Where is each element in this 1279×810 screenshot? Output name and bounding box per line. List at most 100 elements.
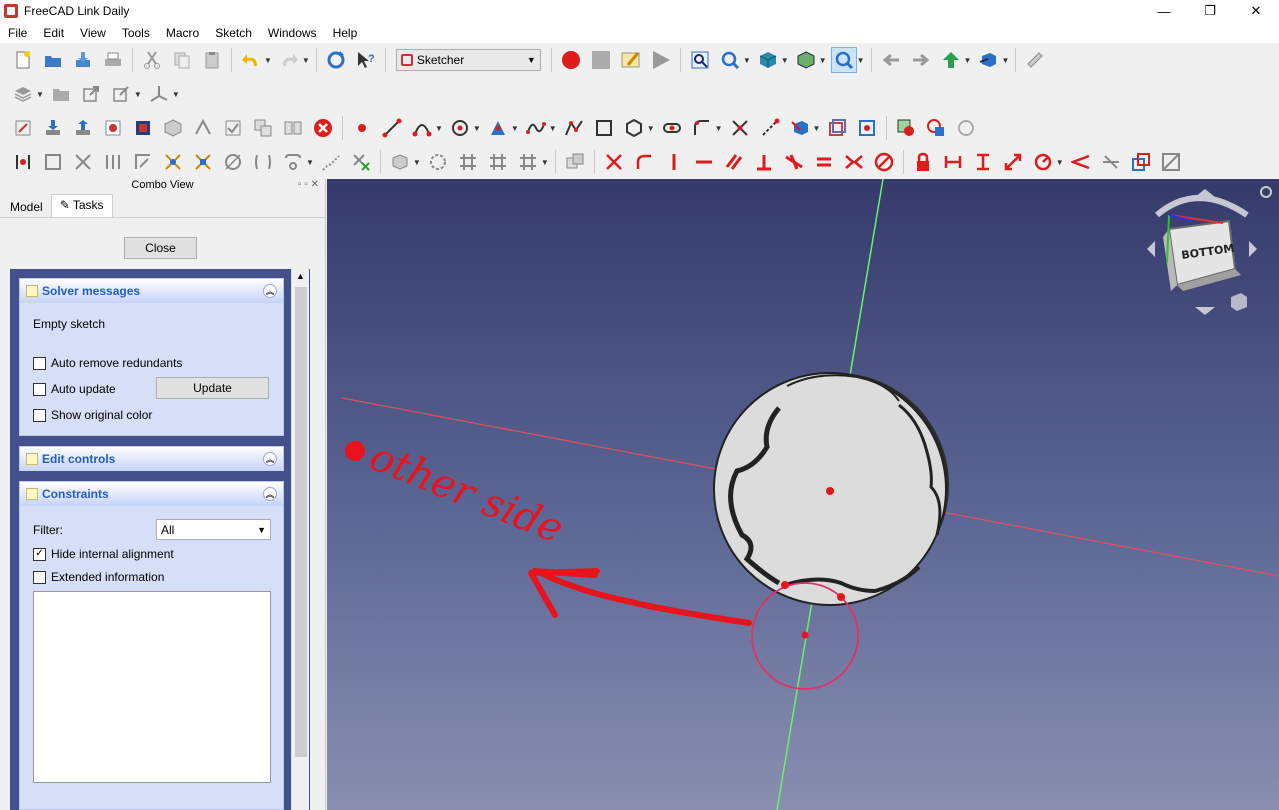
- conic-dropdown-icon[interactable]: ▼: [511, 124, 519, 133]
- auto-remove-checkbox[interactable]: [33, 356, 46, 370]
- arc-dropdown-icon[interactable]: ▼: [435, 124, 443, 133]
- link-dropdown-icon[interactable]: ▼: [134, 90, 142, 99]
- external-dropdown-icon[interactable]: ▼: [813, 124, 821, 133]
- auto-update-checkbox[interactable]: [33, 382, 46, 396]
- bspline-icon[interactable]: [523, 115, 549, 141]
- bspline-comb-icon[interactable]: [425, 149, 451, 175]
- print-icon[interactable]: [100, 47, 126, 73]
- slot-icon[interactable]: [659, 115, 685, 141]
- view-sketch-icon[interactable]: [100, 115, 126, 141]
- menu-macro[interactable]: Macro: [158, 26, 207, 40]
- axis-dropdown-icon[interactable]: ▼: [172, 90, 180, 99]
- rectangle-icon[interactable]: [591, 115, 617, 141]
- leave-sketch-icon[interactable]: [70, 115, 96, 141]
- menu-tools[interactable]: Tools: [114, 26, 158, 40]
- part-dropdown-icon[interactable]: ▼: [36, 90, 44, 99]
- new-file-icon[interactable]: [10, 47, 36, 73]
- constrain-point-on-object-icon[interactable]: [631, 149, 657, 175]
- bounding-box-zoom-icon[interactable]: [830, 47, 857, 73]
- up-arrow-icon[interactable]: [938, 47, 964, 73]
- tab-model[interactable]: Model: [2, 197, 51, 217]
- circle-end-point-2[interactable]: [837, 593, 845, 601]
- grid-icon-2[interactable]: [485, 149, 511, 175]
- constrain-horizontal-distance-icon[interactable]: [940, 149, 966, 175]
- constrain-radius-icon[interactable]: [1030, 149, 1056, 175]
- rotate-left-icon[interactable]: [1147, 241, 1155, 257]
- menu-file[interactable]: File: [0, 26, 35, 40]
- constrain-equal-icon[interactable]: [811, 149, 837, 175]
- draw-style-dropdown-icon[interactable]: ▼: [819, 56, 827, 65]
- restore-icon[interactable]: [953, 115, 979, 141]
- constrain-snell-icon[interactable]: [1098, 149, 1124, 175]
- view-section-icon[interactable]: [130, 115, 156, 141]
- select-conflicting-constraints-icon[interactable]: [190, 149, 216, 175]
- extended-information-checkbox[interactable]: [33, 570, 46, 584]
- auto-remove-redundants-row[interactable]: Auto remove redundants: [33, 356, 182, 370]
- constrain-block-icon[interactable]: [871, 149, 897, 175]
- show-original-color-row[interactable]: Show original color: [33, 408, 152, 422]
- tab-tasks[interactable]: ✎ Tasks: [50, 194, 113, 217]
- measure-icon[interactable]: [1022, 47, 1048, 73]
- filter-select[interactable]: All ▼: [156, 519, 271, 540]
- undo-icon[interactable]: [238, 47, 264, 73]
- link-make-icon[interactable]: [78, 81, 104, 107]
- collapse-icon[interactable]: ︽: [263, 284, 277, 298]
- constrain-lock-icon[interactable]: [910, 149, 936, 175]
- constrain-angle-icon[interactable]: [1068, 149, 1094, 175]
- workbench-selector[interactable]: Sketcher ▼: [395, 49, 541, 71]
- sketch-canvas[interactable]: other side BOTTOM: [327, 179, 1279, 810]
- solver-messages-header[interactable]: Solver messages ︽: [20, 279, 283, 303]
- dock-controls[interactable]: ▫ ▫ ✕: [298, 179, 319, 190]
- back-arrow-icon[interactable]: [878, 47, 904, 73]
- constraints-header[interactable]: Constraints ︽: [20, 482, 283, 506]
- auto-update-row[interactable]: Auto update: [33, 382, 116, 396]
- bspline-polygon-icon[interactable]: [387, 149, 413, 175]
- toggle-active-icon[interactable]: [1158, 149, 1184, 175]
- delete-constraints-icon[interactable]: [348, 149, 374, 175]
- select-constraints-icon[interactable]: [100, 149, 126, 175]
- collapse-icon[interactable]: ︽: [263, 487, 277, 501]
- task-scrollbar[interactable]: ▲: [291, 269, 309, 810]
- symmetry-tool-icon[interactable]: [250, 149, 276, 175]
- arc-icon[interactable]: [409, 115, 435, 141]
- conic-icon[interactable]: [485, 115, 511, 141]
- validate-sketch-icon[interactable]: [220, 115, 246, 141]
- select-conflicting-icon[interactable]: [893, 115, 919, 141]
- 3d-viewport[interactable]: other side BOTTOM: [327, 179, 1279, 810]
- select-partially-redundant-icon[interactable]: [130, 149, 156, 175]
- select-redundant-icon[interactable]: [923, 115, 949, 141]
- circle-center-point[interactable]: [801, 631, 809, 639]
- refresh-icon[interactable]: [323, 47, 349, 73]
- select-malformed-icon[interactable]: [160, 149, 186, 175]
- close-window-button[interactable]: ✕: [1233, 0, 1279, 22]
- view-isometric-icon[interactable]: [755, 47, 781, 73]
- hide-internal-alignment-row[interactable]: ✓ Hide internal alignment: [33, 547, 174, 561]
- bspline-polygon-dropdown-icon[interactable]: ▼: [413, 158, 421, 167]
- up-dropdown-icon[interactable]: ▼: [964, 56, 972, 65]
- menu-windows[interactable]: Windows: [260, 26, 325, 40]
- std-view-dropdown-icon[interactable]: ▼: [1001, 56, 1009, 65]
- nav-menu-icon[interactable]: [1260, 186, 1272, 198]
- toggle-driving-icon[interactable]: [1128, 149, 1154, 175]
- forward-arrow-icon[interactable]: [908, 47, 934, 73]
- show-hide-geometry-icon[interactable]: [220, 149, 246, 175]
- constrain-coincident-icon[interactable]: [601, 149, 627, 175]
- save-icon[interactable]: [70, 47, 96, 73]
- macro-stop-icon[interactable]: [588, 47, 614, 73]
- constrain-distance-icon[interactable]: [1000, 149, 1026, 175]
- toggle-construction-icon[interactable]: [854, 115, 880, 141]
- macro-run-icon[interactable]: [648, 47, 674, 73]
- mirror-sketch-icon[interactable]: [280, 115, 306, 141]
- show-original-color-checkbox[interactable]: [33, 408, 46, 422]
- extended-information-row[interactable]: Extended information: [33, 570, 164, 584]
- std-view-icon[interactable]: [975, 47, 1001, 73]
- navigation-cube[interactable]: BOTTOM: [1147, 186, 1272, 315]
- circle-icon[interactable]: [447, 115, 473, 141]
- macro-record-icon[interactable]: [558, 47, 584, 73]
- close-task-button[interactable]: Close: [124, 237, 197, 259]
- rotate-up-icon[interactable]: [1195, 189, 1215, 197]
- line-icon[interactable]: [379, 115, 405, 141]
- constrain-horizontal-icon[interactable]: [691, 149, 717, 175]
- edit-sketch-icon[interactable]: [40, 115, 66, 141]
- trim-icon[interactable]: [727, 115, 753, 141]
